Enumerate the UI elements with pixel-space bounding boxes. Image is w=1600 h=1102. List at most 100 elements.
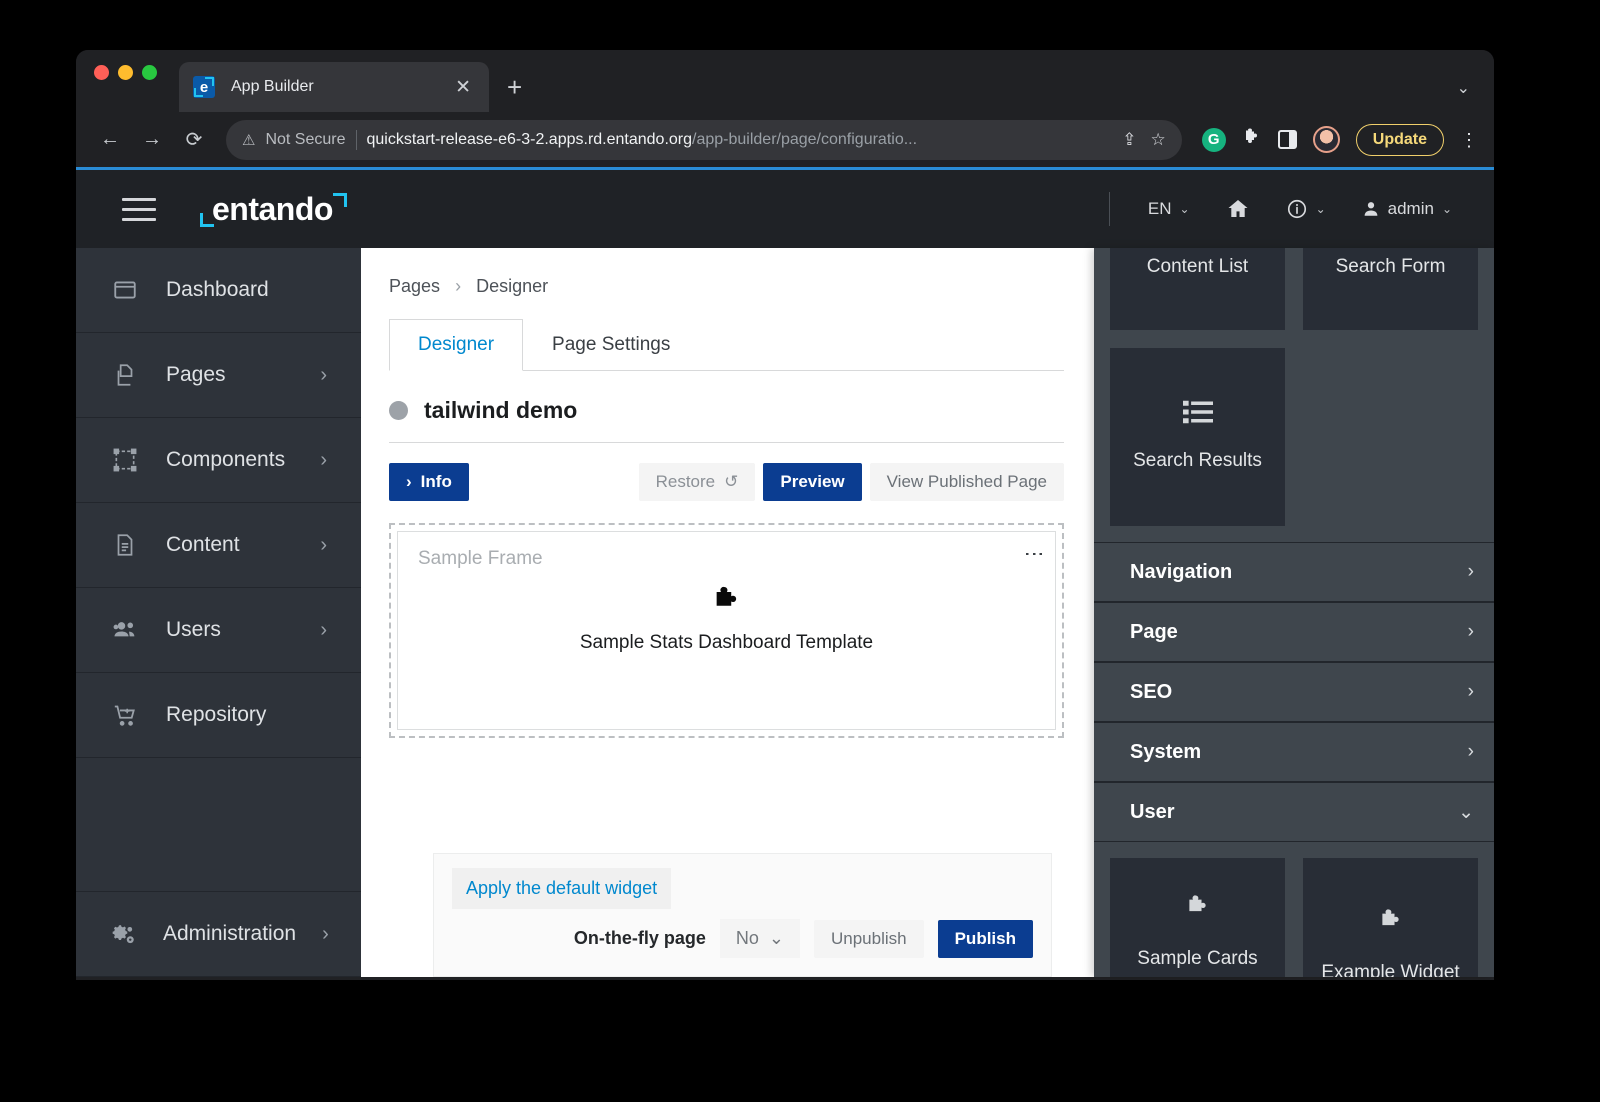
menu-toggle-icon[interactable] — [122, 197, 156, 221]
on-the-fly-select[interactable]: No ⌄ — [719, 919, 800, 958]
accordion-seo[interactable]: SEO › — [1094, 662, 1494, 722]
widget-tile-example-widget[interactable]: Example Widget — [1303, 858, 1478, 977]
chevron-right-icon: › — [1467, 741, 1474, 762]
apply-default-widget-link[interactable]: Apply the default widget — [452, 868, 672, 909]
tab-page-settings[interactable]: Page Settings — [523, 319, 699, 371]
sidebar-item-label: Content — [166, 533, 240, 556]
widget-tile-sample-cards-section-template[interactable]: Sample Cards Section Template — [1110, 858, 1285, 977]
accordion-user[interactable]: User ⌄ — [1094, 782, 1494, 842]
chevron-down-icon[interactable]: ⌄ — [1457, 78, 1470, 98]
status-badge — [389, 401, 408, 420]
accordion-navigation[interactable]: Navigation › — [1094, 542, 1494, 602]
profile-avatar[interactable] — [1312, 126, 1340, 153]
publish-controls: On-the-fly page No ⌄ Unpublish Publish — [452, 919, 1033, 958]
grammarly-extension-icon[interactable]: G — [1201, 127, 1226, 152]
sidebar-item-components[interactable]: Components › — [76, 418, 361, 503]
bookmark-star-icon[interactable]: ☆ — [1151, 130, 1166, 150]
preview-button[interactable]: Preview — [763, 463, 862, 501]
widget-tile-label: Example Widget — [1321, 962, 1460, 977]
sidebar-item-dashboard[interactable]: Dashboard — [76, 248, 361, 333]
widget-tile-search-results[interactable]: Search Results — [1110, 348, 1285, 526]
accordion-user-body: Sample Cards Section Template Example Wi… — [1094, 842, 1494, 977]
header-divider — [1108, 192, 1110, 226]
repository-icon — [110, 702, 140, 729]
info-menu[interactable]: ⌄ — [1268, 198, 1344, 220]
accordion-page[interactable]: Page › — [1094, 602, 1494, 662]
not-secure-warning-icon: ⚠ — [242, 131, 256, 149]
frame-kebab-menu-icon[interactable]: ⋮ — [1023, 544, 1045, 564]
share-icon[interactable]: ⇪ — [1122, 130, 1136, 150]
favicon-letter: e — [199, 78, 209, 96]
puzzle-icon — [1376, 907, 1406, 943]
home-button[interactable] — [1208, 197, 1268, 221]
users-icon — [110, 616, 140, 644]
puzzle-icon — [709, 584, 745, 626]
breadcrumb-root[interactable]: Pages — [389, 276, 440, 296]
minimize-window-button[interactable] — [118, 64, 133, 80]
browser-toolbar: ← → ⟳ ⚠ Not Secure quickstart-release-e6… — [76, 112, 1494, 170]
side-panel-icon[interactable] — [1277, 130, 1297, 149]
sidebar-item-repository[interactable]: Repository — [76, 673, 361, 758]
browser-menu-icon[interactable]: ⋮ — [1460, 131, 1478, 149]
url-host: quickstart-release-e6-3-2.apps.rd.entand… — [366, 130, 693, 148]
sidebar-item-users[interactable]: Users › — [76, 588, 361, 673]
unpublish-button[interactable]: Unpublish — [813, 919, 924, 958]
user-menu[interactable]: admin ⌄ — [1344, 199, 1470, 219]
frame-label: Sample Frame — [418, 548, 543, 569]
accordion-label: System — [1130, 740, 1202, 763]
back-button[interactable]: ← — [92, 122, 128, 158]
entando-logo[interactable]: entando — [200, 191, 347, 228]
restore-button[interactable]: Restore ↺ — [638, 463, 756, 501]
publish-button[interactable]: Publish — [937, 919, 1033, 958]
entando-app-builder: entando EN ⌄ ⌄ admin ⌄ Dashboard Pages ›… — [76, 170, 1494, 977]
tab-designer[interactable]: Designer — [389, 319, 524, 371]
info-button[interactable]: › Info — [389, 463, 469, 501]
on-the-fly-label: On-the-fly page — [573, 928, 706, 948]
sidebar-item-pages[interactable]: Pages › — [76, 333, 361, 418]
publish-bar: Apply the default widget On-the-fly page… — [433, 853, 1052, 977]
chevron-right-icon: › — [322, 922, 329, 945]
chevron-down-icon: ⌄ — [1458, 801, 1474, 823]
accordion-system[interactable]: System › — [1094, 722, 1494, 782]
main-sidebar: Dashboard Pages › Components › Content ›… — [76, 248, 361, 977]
accordion-label: Page — [1130, 620, 1178, 643]
app-header: entando EN ⌄ ⌄ admin ⌄ — [76, 170, 1494, 248]
update-button[interactable]: Update — [1355, 123, 1444, 156]
forward-button[interactable]: → — [134, 122, 170, 158]
maximize-window-button[interactable] — [142, 64, 157, 80]
sidebar-item-content[interactable]: Content › — [76, 503, 361, 588]
sidebar-item-administration[interactable]: Administration › — [76, 892, 361, 977]
new-tab-icon[interactable]: + — [507, 74, 522, 100]
language-selector[interactable]: EN ⌄ — [1130, 199, 1208, 219]
view-published-page-button[interactable]: View Published Page — [869, 463, 1064, 501]
close-window-button[interactable] — [94, 64, 109, 80]
chevron-right-icon: › — [320, 448, 327, 471]
url-text: quickstart-release-e6-3-2.apps.rd.entand… — [367, 131, 918, 149]
widget-tile-content-list[interactable]: Content List — [1110, 248, 1285, 330]
page-title: tailwind demo — [424, 397, 578, 423]
chevron-down-icon: ⌄ — [1179, 202, 1190, 216]
tab-title: App Builder — [231, 78, 314, 95]
chevron-right-icon: › — [320, 618, 327, 641]
info-button-label: Info — [420, 472, 452, 491]
sidebar-item-label: Users — [166, 618, 221, 641]
sidebar-item-label: Administration — [163, 922, 297, 945]
extensions-puzzle-icon[interactable] — [1242, 127, 1262, 153]
content-icon — [110, 532, 140, 558]
widget-tile-label: Search Results — [1133, 450, 1262, 472]
browser-tab[interactable]: e App Builder ✕ — [179, 62, 489, 112]
accordion-label: Navigation — [1130, 560, 1233, 583]
accordion-label: SEO — [1130, 680, 1173, 703]
address-bar[interactable]: ⚠ Not Secure quickstart-release-e6-3-2.a… — [226, 119, 1182, 160]
puzzle-icon — [1183, 893, 1213, 929]
reload-button[interactable]: ⟳ — [176, 122, 212, 158]
frame-widget[interactable]: Sample Stats Dashboard Template — [398, 584, 1055, 654]
widget-tile-search-form[interactable]: Search Form — [1303, 248, 1478, 330]
page-frame-slot[interactable]: Sample Frame ⋮ Sample Stats Dashboard Te… — [389, 523, 1064, 738]
close-tab-icon[interactable]: ✕ — [451, 74, 475, 101]
address-bar-divider — [355, 129, 357, 150]
designer-tabs: Designer Page Settings — [389, 319, 1064, 371]
chevron-right-icon: › — [1467, 621, 1474, 642]
widget-tile-label: Search Form — [1335, 256, 1446, 278]
frame-widget-name: Sample Stats Dashboard Template — [579, 632, 874, 653]
